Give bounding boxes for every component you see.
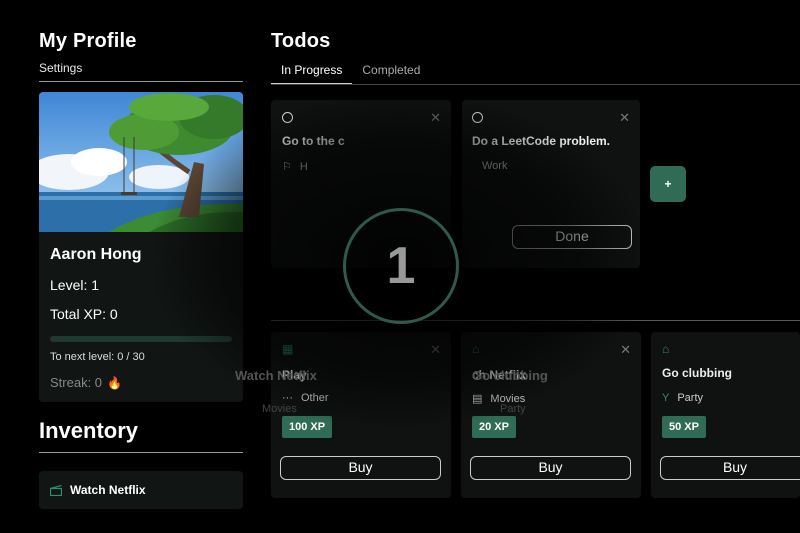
tab-completed[interactable]: Completed	[352, 63, 430, 85]
ghost-item-category: Party	[500, 403, 526, 415]
todo-tag: ⚐ H	[282, 160, 308, 174]
xp-progress-bar	[50, 336, 232, 342]
profile-name: Aaron Hong	[50, 246, 142, 263]
shop-item-title: Go clubbing	[662, 366, 732, 380]
xp-badge: 20 XP	[472, 416, 516, 438]
shop-item-category: Y Party	[662, 392, 703, 404]
clapperboard-icon	[50, 484, 62, 496]
buy-button[interactable]: Buy	[280, 456, 441, 480]
divider	[39, 81, 243, 82]
cocktail-icon: Y	[662, 392, 670, 404]
close-icon[interactable]: ✕	[430, 342, 441, 358]
settings-link[interactable]: Settings	[39, 61, 243, 75]
tab-in-progress[interactable]: In Progress	[271, 63, 353, 85]
todo-title: Do a LeetCode problem.	[472, 134, 611, 148]
close-icon[interactable]: ✕	[620, 342, 631, 358]
todo-tag-label: H	[299, 160, 308, 173]
todo-card[interactable]: ✕ Do a LeetCode problem. Work Done	[462, 100, 640, 268]
todo-tabs: In Progress Completed	[271, 63, 800, 85]
inventory-item[interactable]: Watch Netflix	[39, 471, 243, 509]
profile-banner-image	[39, 92, 243, 232]
todos-column: Todos In Progress Completed	[271, 30, 800, 85]
profile-column: My Profile Settings Aaron Hong Level: 1 …	[39, 30, 243, 509]
countdown-number: 1	[386, 237, 416, 295]
profile-total-xp: Total XP: 0	[50, 306, 118, 322]
tabs-divider	[271, 84, 800, 85]
done-button[interactable]: Done	[512, 225, 632, 249]
inventory-title: Inventory	[39, 418, 139, 443]
to-next-level: To next level: 0 / 30	[50, 351, 145, 363]
buy-button[interactable]: Buy	[470, 456, 631, 480]
calendar-icon: ▦	[282, 342, 294, 356]
category-label: Party	[677, 392, 704, 404]
profile-level: Level: 1	[50, 277, 100, 293]
close-icon[interactable]: ✕	[619, 110, 630, 126]
profile-title: My Profile	[39, 30, 137, 52]
todo-title: Go to the c	[282, 134, 345, 148]
divider	[39, 452, 243, 453]
xp-badge: 100 XP	[282, 416, 333, 438]
section-divider	[271, 320, 800, 321]
ghost-item-category: Movies	[262, 403, 297, 415]
shop-icon: ⌂	[472, 342, 480, 356]
profile-card: Aaron Hong Level: 1 Total XP: 0 To next …	[39, 92, 243, 402]
category-label: Other	[301, 392, 329, 404]
complete-circle-icon[interactable]	[472, 112, 483, 123]
store-icon: ⌂	[662, 342, 670, 356]
todo-tag-label: Work	[482, 160, 508, 172]
inventory-item-label: Watch Netflix	[70, 483, 146, 497]
shop-card: ⌂ ✕ ch Netflix ▤ Movies 20 XP Buy	[461, 332, 641, 498]
fire-icon: 🔥	[107, 375, 122, 390]
shop-card: ⌂ Go clubbing Y Party 50 XP Buy	[651, 332, 800, 498]
xp-badge: 50 XP	[662, 416, 706, 438]
close-icon[interactable]: ✕	[430, 110, 441, 126]
todo-tag: Work	[482, 160, 507, 172]
streak-text: Streak: 0	[50, 375, 103, 390]
category-icon: ⚐	[282, 161, 292, 173]
ghost-item-title: Go clubbing	[472, 368, 548, 383]
add-todo-button[interactable]: +	[650, 166, 686, 202]
complete-circle-icon[interactable]	[282, 112, 293, 123]
countdown-circle: 1	[343, 208, 459, 324]
clapperboard-icon: ▤	[472, 393, 483, 405]
shop-card: ▦ ✕ Play ··· Other 100 XP Buy	[271, 332, 451, 498]
todos-title: Todos	[271, 30, 331, 52]
buy-button[interactable]: Buy	[660, 456, 800, 480]
streak: Streak: 0 🔥	[50, 375, 232, 390]
ghost-item-title: Watch Netflix	[235, 368, 317, 383]
